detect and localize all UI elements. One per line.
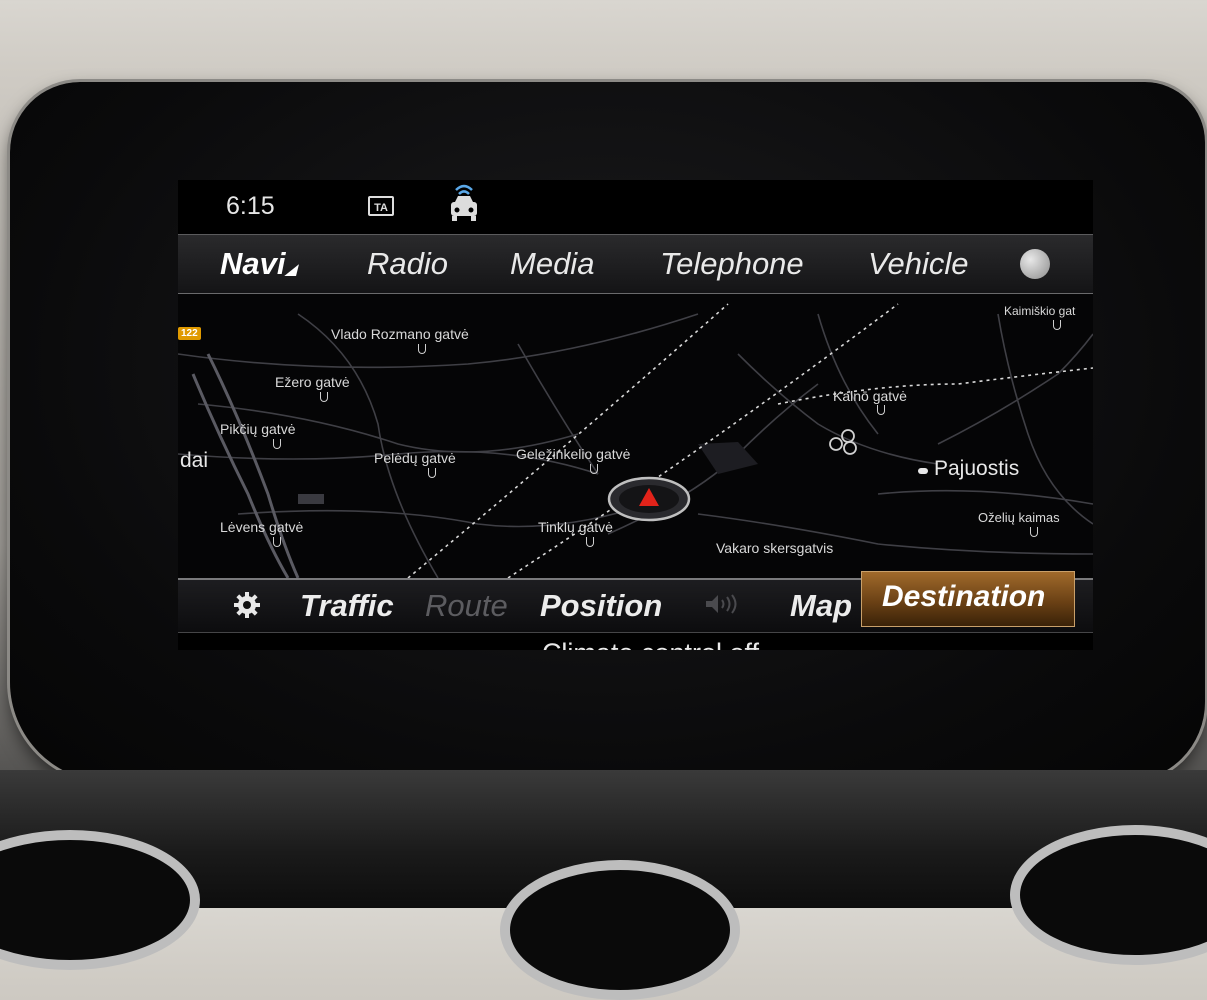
- ta-badge: TA: [368, 196, 394, 216]
- map-pin-icon: [877, 405, 885, 415]
- air-vent-left: [0, 830, 200, 970]
- connected-car-icon: [451, 184, 477, 221]
- globe-icon[interactable]: [1020, 249, 1050, 279]
- map-pin-icon: [320, 392, 328, 402]
- traffic-button[interactable]: Traffic: [300, 588, 394, 624]
- map-label-ezero: Ežero gatvė: [275, 374, 350, 390]
- map-label-peledu: Pelėdų gatvė: [374, 450, 456, 466]
- map-label-vlado: Vlado Rozmano gatvė: [331, 326, 469, 342]
- tab-telephone[interactable]: Telephone: [660, 246, 804, 282]
- tab-vehicle[interactable]: Vehicle: [868, 246, 969, 282]
- map-label-kalno: Kalnō gatvė: [833, 388, 907, 404]
- tab-navi[interactable]: Navi◢: [220, 246, 296, 282]
- map-label-pajuostis: Pajuostis: [934, 457, 1020, 480]
- map-pin-icon: [428, 468, 436, 478]
- settings-gear-icon[interactable]: [234, 592, 260, 618]
- map-label-vakaro: Vakaro skersgatvis: [716, 540, 834, 556]
- tab-navi-label: Navi: [220, 246, 286, 281]
- map-pin-icon: [590, 464, 598, 474]
- road-sign-122: 122: [178, 327, 201, 340]
- map-label-pikciu: Pikčių gatvė: [220, 421, 296, 437]
- route-button[interactable]: Route: [425, 588, 508, 624]
- map-button[interactable]: Map: [790, 588, 852, 624]
- climate-status-message: Climate control off: [178, 638, 1093, 650]
- clock: 6:15: [226, 192, 275, 220]
- poi-cluster-icon[interactable]: [826, 426, 866, 456]
- air-vent-center: [500, 860, 740, 1000]
- navigation-map[interactable]: 122 Vlado Rozmano gatvė Ežero gatvė Pikč…: [178, 294, 1093, 578]
- air-vent-right: [1010, 825, 1207, 965]
- map-label-ozeliu: Oželių kaimas: [978, 510, 1060, 525]
- map-roads: [178, 303, 1093, 578]
- map-label-gelezinkelio: Geležinkelio gatvė: [516, 446, 631, 462]
- map-pin-icon: [273, 439, 281, 449]
- destination-button[interactable]: Destination: [861, 571, 1075, 627]
- map-pin-icon: [273, 537, 281, 547]
- tab-radio[interactable]: Radio: [367, 246, 448, 282]
- dropdown-corner-icon: ◢: [285, 261, 297, 277]
- vehicle-position-icon: [607, 476, 691, 522]
- map-pin-icon: [1030, 527, 1038, 537]
- bottom-menu: Traffic Route Position Map Destination: [178, 571, 1093, 633]
- status-bar: 6:15 TA: [178, 180, 1093, 234]
- map-label-dai: dai: [180, 449, 209, 472]
- infotainment-screen: 6:15 TA Navi◢ Radio Media Telephone Vehi…: [178, 180, 1093, 650]
- map-pin-icon: [418, 344, 426, 354]
- map-pin-icon: [1053, 320, 1061, 330]
- tab-media[interactable]: Media: [510, 246, 594, 282]
- map-pin-icon: [586, 537, 594, 547]
- town-dot-icon: [918, 468, 928, 474]
- dashboard: [0, 770, 1207, 1000]
- position-button[interactable]: Position: [540, 588, 662, 624]
- voice-speaker-icon[interactable]: [704, 593, 744, 615]
- top-nav: Navi◢ Radio Media Telephone Vehicle: [178, 234, 1093, 295]
- map-label-kaimiskio: Kaimiškio gat: [1004, 304, 1076, 318]
- map-label-levens: Lėvens gatvė: [220, 519, 304, 535]
- map-label-tinklu: Tinklų gatvė: [538, 519, 613, 535]
